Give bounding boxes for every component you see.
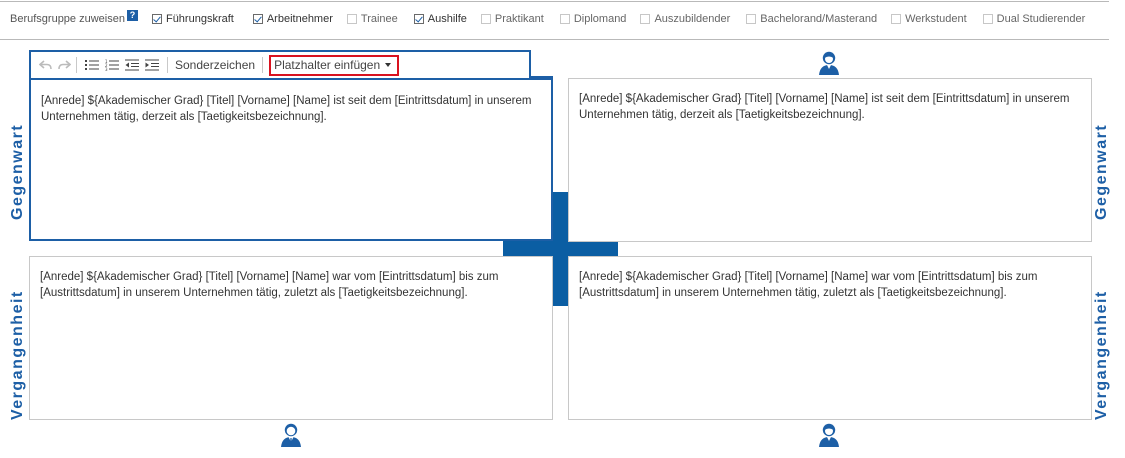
top-divider	[0, 1, 1109, 2]
bullet-list-icon[interactable]	[85, 56, 99, 74]
toolbar-separator	[76, 57, 77, 73]
group-checkbox-label: Arbeitnehmer	[266, 13, 333, 25]
chevron-down-icon	[385, 63, 392, 67]
group-checkbox-label: Trainee	[360, 13, 398, 25]
special-chars-button[interactable]: Sonderzeichen	[173, 58, 257, 72]
numbered-list-icon[interactable]: 123	[105, 56, 119, 74]
help-icon[interactable]: ?	[126, 9, 138, 21]
group-checkbox-item[interactable]: Trainee	[346, 13, 398, 25]
insert-placeholder-label: Platzhalter einfügen	[274, 58, 381, 72]
group-checkbox-item[interactable]: Dual Studierender	[982, 13, 1086, 25]
cross-horizontal-bar	[503, 241, 618, 256]
indent-icon[interactable]	[145, 56, 159, 74]
toolbar-separator	[262, 57, 264, 73]
outdent-icon[interactable]	[125, 56, 139, 74]
group-checkbox-item[interactable]: Werkstudent	[891, 13, 967, 25]
present-label-left: Gegenwart	[9, 123, 26, 220]
group-checkbox-label: Praktikant	[494, 13, 544, 25]
checkbox-unchecked[interactable]	[346, 14, 357, 24]
present-label-right: Gegenwart	[1093, 123, 1110, 220]
group-checkbox-label: Aushilfe	[427, 13, 467, 25]
group-checkbox-item[interactable]: Arbeitnehmer	[252, 13, 333, 25]
header-divider	[0, 39, 1109, 40]
male-person-icon	[281, 423, 301, 447]
group-checkbox-item[interactable]: Bachelorand/Masterand	[746, 13, 877, 25]
past-label-right: Vergangenheit	[1093, 290, 1110, 420]
editor-toolbar: 123 Sonderzeichen Platzhalter einfügen	[29, 50, 531, 78]
past-label-left: Vergangenheit	[9, 290, 26, 420]
panel-text: [Anrede] ${Akademischer Grad} [Titel] [V…	[579, 93, 1070, 121]
checkbox-unchecked[interactable]	[982, 14, 993, 24]
female-person-icon	[819, 51, 839, 75]
text-panel-present-female[interactable]: [Anrede] ${Akademischer Grad} [Titel] [V…	[568, 78, 1092, 242]
undo-icon[interactable]	[39, 56, 53, 74]
female-person-icon-bottom	[819, 423, 839, 447]
group-checkbox-item[interactable]: Führungskraft	[151, 13, 234, 25]
group-assign-label: Berufsgruppe zuweisen	[10, 13, 125, 25]
checkbox-unchecked[interactable]	[891, 14, 902, 24]
checkbox-unchecked[interactable]	[480, 14, 491, 24]
panel-text: [Anrede] ${Akademischer Grad} [Titel] [V…	[579, 271, 1038, 299]
checkbox-unchecked[interactable]	[640, 14, 651, 24]
group-checkbox-item[interactable]: Auszubildender	[640, 13, 730, 25]
group-checkbox-item[interactable]: Aushilfe	[413, 13, 467, 25]
toolbar-separator	[167, 57, 168, 73]
text-panel-past-female[interactable]: [Anrede] ${Akademischer Grad} [Titel] [V…	[568, 256, 1092, 420]
checkbox-checked[interactable]	[413, 14, 424, 24]
text-panel-present-male[interactable]: [Anrede] ${Akademischer Grad} [Titel] [V…	[29, 78, 553, 241]
group-checkbox-label: Bachelorand/Masterand	[760, 13, 878, 25]
checkbox-checked[interactable]	[151, 14, 162, 24]
group-checkbox-label: Führungskraft	[165, 13, 234, 25]
group-assign-row: Berufsgruppe zuweisen ? Führungskraft Arb…	[10, 9, 1086, 27]
svg-text:3: 3	[105, 67, 108, 71]
panel-text: [Anrede] ${Akademischer Grad} [Titel] [V…	[41, 95, 532, 123]
group-checkbox-label: Werkstudent	[905, 13, 967, 25]
checkbox-unchecked[interactable]	[559, 14, 570, 24]
text-panel-past-male[interactable]: [Anrede] ${Akademischer Grad} [Titel] [V…	[29, 256, 553, 420]
panel-text: [Anrede] ${Akademischer Grad} [Titel] [V…	[40, 271, 499, 299]
redo-icon[interactable]	[57, 56, 71, 74]
insert-placeholder-dropdown[interactable]: Platzhalter einfügen	[269, 54, 400, 76]
checkbox-unchecked[interactable]	[746, 14, 757, 24]
group-checkbox-label: Auszubildender	[654, 13, 731, 25]
group-checkbox-item[interactable]: Diplomand	[559, 13, 627, 25]
group-checkbox-label: Diplomand	[573, 13, 627, 25]
checkbox-checked[interactable]	[252, 14, 263, 24]
group-checkbox-item[interactable]: Praktikant	[480, 13, 544, 25]
group-checkbox-label: Dual Studierender	[996, 13, 1086, 25]
group-checkbox-list: Führungskraft Arbeitnehmer Trainee Aushilfe…	[151, 13, 1086, 25]
